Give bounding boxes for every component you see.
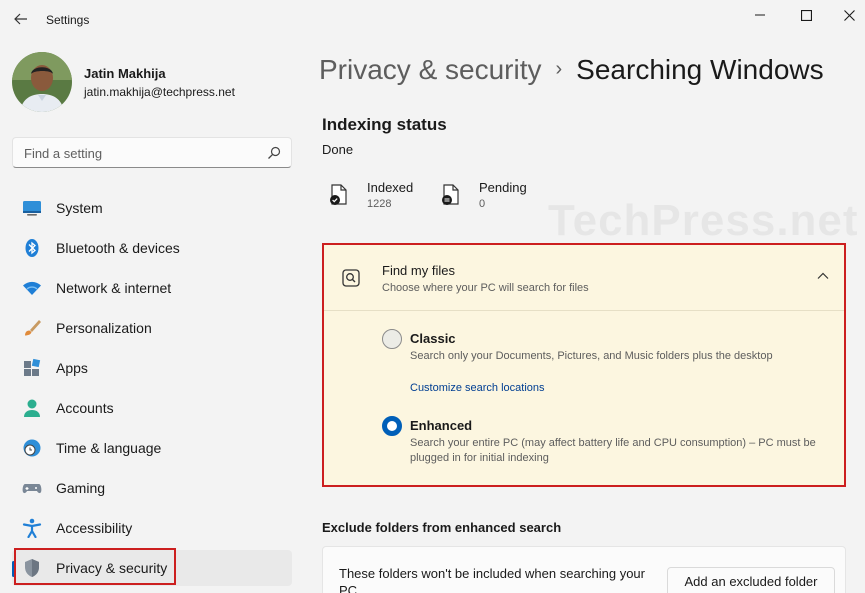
app-title: Settings	[46, 13, 90, 27]
sidebar-item-label: Accounts	[56, 400, 114, 416]
globe-clock-icon	[23, 439, 41, 457]
document-sync-icon	[442, 184, 459, 205]
classic-title: Classic	[410, 331, 456, 346]
title-bar: Settings	[0, 0, 865, 40]
exclude-folders-title: Exclude folders from enhanced search	[322, 520, 562, 535]
sidebar-item-bluetooth[interactable]: Bluetooth & devices	[12, 230, 292, 266]
brush-icon	[25, 320, 41, 336]
sidebar-item-label: Network & internet	[56, 280, 172, 296]
bluetooth-icon	[25, 239, 39, 257]
profile-email: jatin.makhija@techpress.net	[84, 84, 235, 99]
system-icon	[23, 201, 41, 216]
sidebar-item-label: Time & language	[56, 440, 162, 456]
indexing-state: Done	[322, 142, 354, 157]
pending-label: Pending	[479, 180, 527, 195]
profile-name: Jatin Makhija	[84, 65, 166, 81]
person-icon	[24, 399, 40, 417]
sidebar-item-label: Accessibility	[56, 520, 133, 536]
back-button[interactable]	[10, 8, 32, 30]
accessibility-icon	[22, 518, 42, 538]
search-icon	[268, 146, 281, 159]
search-placeholder: Find a setting	[24, 146, 103, 161]
close-button[interactable]	[826, 0, 865, 30]
sidebar-item-label: Personalization	[56, 320, 152, 336]
find-my-files-card: Find my files Choose where your PC will …	[322, 243, 846, 487]
sidebar-item-time-language[interactable]: Time & language	[12, 430, 292, 466]
sidebar-item-gaming[interactable]: Gaming	[12, 470, 292, 506]
apps-icon	[24, 358, 41, 376]
find-my-files-title: Find my files	[382, 263, 455, 278]
search-document-icon	[342, 269, 360, 287]
page-title: Searching Windows	[576, 54, 824, 85]
gamepad-icon	[22, 484, 42, 494]
user-profile[interactable]: Jatin Makhija jatin.makhija@techpress.ne…	[12, 52, 235, 112]
customize-search-locations-link[interactable]: Customize search locations	[410, 382, 545, 394]
minimize-icon	[755, 14, 765, 16]
sidebar-nav: System Bluetooth & devices Network & int…	[12, 190, 292, 590]
enhanced-description: Search your entire PC (may affect batter…	[410, 437, 816, 464]
sidebar-item-label: Gaming	[56, 480, 106, 496]
watermark: TechPress.net	[548, 196, 859, 245]
enhanced-radio[interactable]	[382, 416, 402, 436]
enhanced-title: Enhanced	[410, 418, 473, 433]
chevron-up-icon[interactable]	[816, 269, 830, 283]
add-excluded-folder-button[interactable]: Add an excluded folder	[667, 567, 835, 593]
sidebar-item-system[interactable]: System	[12, 190, 292, 226]
sidebar-item-personalization[interactable]: Personalization	[12, 310, 292, 346]
sidebar-item-accounts[interactable]: Accounts	[12, 390, 292, 426]
breadcrumb-separator: ›	[555, 58, 563, 80]
maximize-icon	[800, 9, 812, 21]
arrow-left-icon	[14, 13, 27, 25]
pending-value: 0	[479, 198, 486, 210]
minimize-button[interactable]	[737, 0, 783, 30]
search-input[interactable]: Find a setting	[12, 137, 292, 168]
sidebar-item-network[interactable]: Network & internet	[12, 270, 292, 306]
document-check-icon	[330, 184, 347, 205]
indexed-label: Indexed	[367, 180, 414, 195]
avatar	[12, 52, 72, 112]
sidebar-item-label: Apps	[56, 360, 88, 376]
highlight-box	[14, 548, 176, 585]
exclude-folders-card: These folders won't be included when sea…	[322, 546, 846, 593]
find-my-files-subtitle: Choose where your PC will search for fil…	[382, 282, 589, 294]
close-icon	[843, 9, 855, 21]
wifi-icon	[23, 281, 41, 295]
sidebar-item-label: System	[56, 200, 103, 216]
sidebar-item-apps[interactable]: Apps	[12, 350, 292, 386]
sidebar-item-label: Bluetooth & devices	[56, 240, 180, 256]
indexing-status-title: Indexing status	[322, 115, 447, 134]
maximize-button[interactable]	[783, 0, 829, 30]
find-my-files-header[interactable]: Find my files Choose where your PC will …	[324, 245, 844, 311]
exclude-folders-description: These folders won't be included when sea…	[339, 566, 645, 593]
sidebar-item-accessibility[interactable]: Accessibility	[12, 510, 292, 546]
classic-description: Search only your Documents, Pictures, an…	[410, 350, 773, 362]
classic-radio[interactable]	[382, 329, 402, 349]
breadcrumb: Privacy & security › Searching Windows	[319, 54, 824, 86]
indexed-value: 1228	[367, 198, 392, 210]
breadcrumb-parent[interactable]: Privacy & security	[319, 54, 542, 85]
